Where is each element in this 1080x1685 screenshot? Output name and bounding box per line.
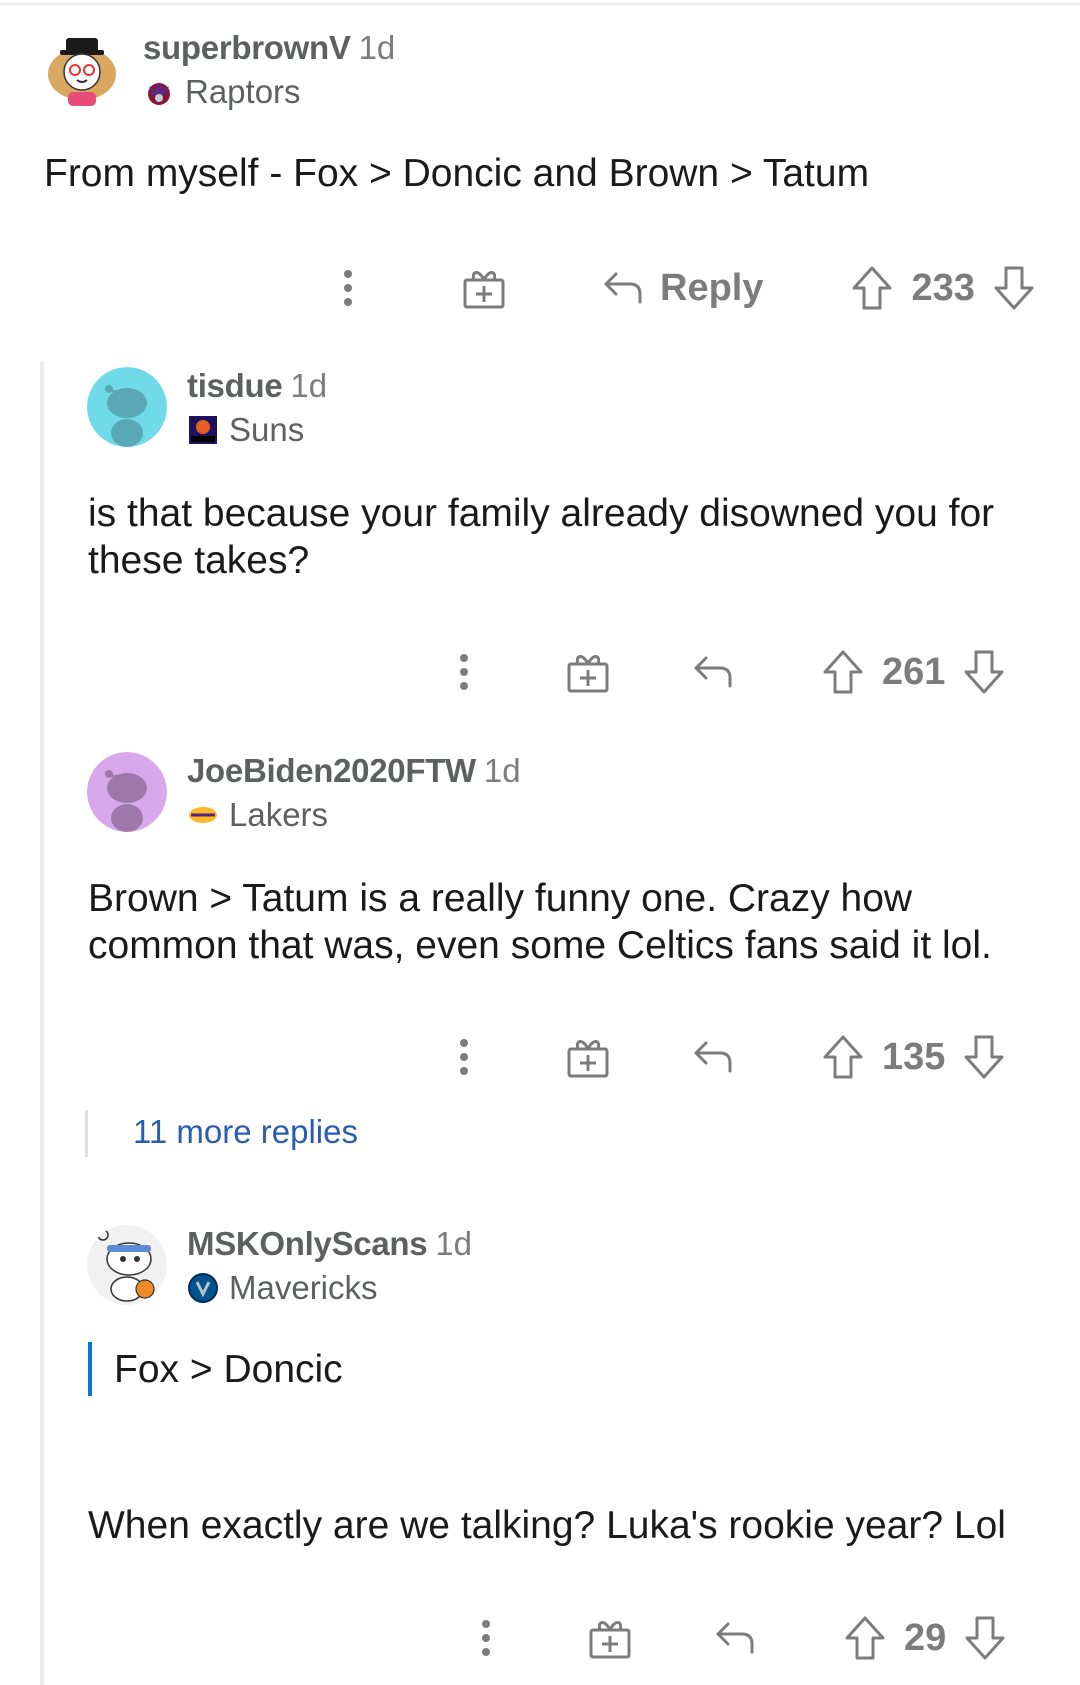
- upvote-button[interactable]: [822, 649, 864, 695]
- downvote-button[interactable]: [963, 1034, 1005, 1080]
- downvote-button[interactable]: [993, 265, 1035, 311]
- downvote-button[interactable]: [964, 1615, 1006, 1661]
- more-vertical-icon: [482, 1620, 490, 1656]
- flair-text: Mavericks: [229, 1269, 378, 1306]
- thread-line[interactable]: [40, 362, 44, 1685]
- avatar-tisdue[interactable]: [87, 367, 167, 447]
- comment-body-line: common that was, even some Celtics fans …: [88, 924, 992, 967]
- downvote-arrow-icon: [964, 1035, 1004, 1079]
- top-divider: [0, 3, 1080, 5]
- comment-actions: 261: [436, 642, 1005, 702]
- raptors-logo-icon: [143, 76, 175, 108]
- reply-arrow-icon: [694, 1041, 732, 1073]
- snoo-avatar-icon: [87, 1225, 167, 1305]
- mavericks-logo-icon: [187, 1272, 219, 1304]
- award-button[interactable]: [560, 650, 616, 694]
- comment-body: Brown > Tatum is a really funny one. Cra…: [88, 875, 992, 969]
- comment-age: 1d: [483, 752, 521, 789]
- more-replies-link[interactable]: 11 more replies: [133, 1113, 358, 1151]
- comment-age: 1d: [290, 367, 328, 404]
- upvote-arrow-icon: [845, 1616, 885, 1660]
- comment-actions: 29: [458, 1608, 1006, 1668]
- gift-icon: [463, 271, 505, 309]
- more-options-button[interactable]: [320, 268, 376, 308]
- downvote-arrow-icon: [965, 1616, 1005, 1660]
- reply-arrow-icon: [694, 656, 732, 688]
- comment-meta: superbrownV 1d Raptors: [143, 29, 395, 111]
- comment-body: When exactly are we talking? Luka's rook…: [88, 1504, 1006, 1547]
- upvote-button[interactable]: [851, 265, 893, 311]
- username[interactable]: superbrownV: [143, 29, 351, 66]
- upvote-arrow-icon: [823, 650, 863, 694]
- vote-score: 261: [882, 650, 946, 693]
- comment-body-line: these takes?: [88, 539, 310, 582]
- avatar-JoeBiden2020FTW[interactable]: [87, 752, 167, 832]
- username[interactable]: JoeBiden2020FTW: [187, 752, 476, 789]
- user-flair: Raptors: [143, 73, 395, 111]
- downvote-arrow-icon: [994, 266, 1034, 310]
- vote-score: 135: [882, 1035, 946, 1078]
- more-options-button[interactable]: [436, 652, 492, 692]
- vote-score: 29: [904, 1616, 947, 1659]
- avatar-superbrownV[interactable]: [42, 30, 122, 110]
- quote-bar: [88, 1342, 92, 1396]
- more-options-button[interactable]: [436, 1037, 492, 1077]
- award-button[interactable]: [456, 266, 512, 310]
- more-vertical-icon: [344, 270, 352, 306]
- snoo-avatar-icon: [87, 367, 167, 447]
- downvote-arrow-icon: [964, 650, 1004, 694]
- lakers-logo-icon: [187, 799, 219, 831]
- gift-icon: [567, 1040, 609, 1078]
- comment-age: 1d: [435, 1225, 473, 1262]
- upvote-button[interactable]: [844, 1615, 886, 1661]
- reply-button[interactable]: [692, 654, 734, 690]
- upvote-arrow-icon: [852, 266, 892, 310]
- username[interactable]: MSKOnlyScans: [187, 1225, 428, 1262]
- comment-age: 1d: [358, 29, 396, 66]
- user-flair: Lakers: [187, 796, 521, 834]
- quoted-text: Fox > Doncic: [114, 1348, 343, 1391]
- award-button[interactable]: [582, 1616, 638, 1660]
- more-vertical-icon: [460, 1039, 468, 1075]
- reply-arrow-icon: [716, 1622, 754, 1654]
- comment-meta: JoeBiden2020FTW 1d Lakers: [187, 752, 521, 834]
- comment-body-line: is that because your family already diso…: [88, 492, 995, 535]
- gift-icon: [567, 655, 609, 693]
- comment-body: From myself - Fox > Doncic and Brown > T…: [44, 152, 870, 195]
- comment-actions: Reply 233: [320, 258, 1035, 318]
- reply-arrow-icon: [604, 272, 642, 304]
- reply-button[interactable]: [692, 1039, 734, 1075]
- award-button[interactable]: [560, 1035, 616, 1079]
- comment-meta: tisdue 1d Suns: [187, 367, 327, 449]
- comment-body: is that because your family already diso…: [88, 490, 994, 584]
- username[interactable]: tisdue: [187, 367, 283, 404]
- snoo-avatar-icon: [87, 752, 167, 832]
- flair-text: Raptors: [185, 73, 301, 110]
- upvote-button[interactable]: [822, 1034, 864, 1080]
- flair-text: Lakers: [229, 796, 329, 833]
- comment-meta: MSKOnlyScans 1d Mavericks: [187, 1225, 472, 1307]
- reply-button[interactable]: [714, 1620, 756, 1656]
- more-options-button[interactable]: [458, 1618, 514, 1658]
- more-replies-line: [85, 1110, 88, 1157]
- gift-icon: [589, 1621, 631, 1659]
- reply-button[interactable]: Reply: [602, 267, 763, 310]
- comment-thread: superbrownV 1d Raptors From myself - Fox …: [0, 0, 1080, 1685]
- flair-text: Suns: [229, 411, 305, 448]
- comment-body-line: Brown > Tatum is a really funny one. Cra…: [88, 877, 913, 920]
- user-flair: Suns: [187, 411, 327, 449]
- downvote-button[interactable]: [963, 649, 1005, 695]
- reply-label: Reply: [660, 266, 764, 309]
- snoo-avatar-icon: [42, 30, 122, 110]
- vote-score: 233: [911, 266, 975, 309]
- avatar-MSKOnlyScans[interactable]: [87, 1225, 167, 1305]
- upvote-arrow-icon: [823, 1035, 863, 1079]
- suns-logo-icon: [187, 414, 219, 446]
- comment-actions: 135: [436, 1027, 1005, 1087]
- user-flair: Mavericks: [187, 1269, 472, 1307]
- more-vertical-icon: [460, 654, 468, 690]
